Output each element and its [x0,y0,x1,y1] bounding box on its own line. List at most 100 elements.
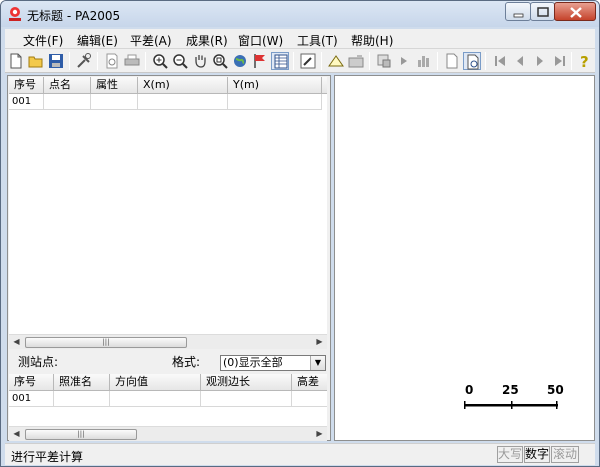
observation-table-hscrollbar[interactable]: ◀ ||| ▶ [9,426,327,441]
edit-icon [300,53,316,69]
column-header[interactable]: X(m) [138,77,228,94]
column-header[interactable]: Y(m) [228,77,322,94]
tools-icon [77,53,91,68]
table-view-icon [274,54,288,69]
status-bar: 进行平差计算 大写 数字 滚动 [5,443,595,465]
print-preview-button[interactable] [103,52,121,70]
column-header[interactable]: 序号 [9,374,54,391]
menu-adjust[interactable]: 平差(A) [130,32,172,49]
play-button[interactable] [395,52,413,70]
scroll-lock-indicator: 滚动 [551,446,579,463]
cell-attr[interactable] [91,94,138,110]
graphics-view[interactable]: 0 25 50 [334,75,595,441]
cell-y[interactable] [228,94,322,110]
zoom-out-button[interactable] [171,52,189,70]
open-folder-icon [28,56,43,68]
help-button[interactable]: ? [575,52,593,70]
scroll-right-arrow-icon[interactable]: ▶ [312,427,327,441]
next-button[interactable] [531,52,549,70]
app-logo-icon [9,7,21,21]
table-view-button[interactable] [271,52,289,70]
new-file-button[interactable] [7,52,25,70]
cell-distance[interactable] [201,391,292,407]
menu-help[interactable]: 帮助(H) [351,32,393,49]
cell-height-diff[interactable] [292,391,327,407]
column-header[interactable]: 照准名 [54,374,110,391]
column-header[interactable]: 序号 [9,77,44,94]
scroll-thumb[interactable]: ||| [25,337,187,348]
close-button[interactable] [554,2,596,21]
scroll-thumb[interactable]: ||| [25,429,137,440]
triangle-button[interactable] [327,52,345,70]
column-header[interactable]: 方向值 [110,374,201,391]
save-disk-icon [49,54,63,68]
menu-results[interactable]: 成果(R) [186,32,228,49]
scan-icon [377,54,391,68]
new-file-icon [10,53,22,69]
column-header[interactable]: 点名 [44,77,91,94]
observation-table[interactable]: 序号 照准名 方向值 观测边长 高差 001 [9,374,327,426]
cell-name[interactable] [44,94,91,110]
caps-lock-indicator: 大写 [497,446,523,463]
column-header[interactable]: 属性 [91,77,138,94]
camera-icon [348,55,364,68]
point-table[interactable]: 序号 点名 属性 X(m) Y(m) 001 [9,77,327,334]
title-bar[interactable]: 无标题 - PA2005 [1,1,599,27]
scroll-left-arrow-icon[interactable]: ◀ [9,335,24,349]
print-button[interactable] [123,52,141,70]
scroll-left-arrow-icon[interactable]: ◀ [9,427,24,441]
menu-window[interactable]: 窗口(W) [238,32,283,49]
svg-text:?: ? [580,53,589,70]
blank-page-icon [446,53,458,69]
zoom-in-button[interactable] [151,52,169,70]
prev-button[interactable] [511,52,529,70]
column-header[interactable]: 高差 [292,374,327,391]
minimize-button[interactable] [505,2,531,21]
first-icon [495,56,505,66]
chevron-down-icon[interactable]: ▼ [310,356,325,370]
first-button[interactable] [491,52,509,70]
triangle-icon [328,55,344,67]
tools-button[interactable] [75,52,93,70]
status-text: 进行平差计算 [11,450,84,464]
flag-icon [254,54,265,68]
save-button[interactable] [47,52,65,70]
format-select[interactable]: (0)显示全部 ▼ [220,355,326,371]
menu-tools[interactable]: 工具(T) [297,32,338,49]
flag-button[interactable] [251,52,269,70]
cell-direction[interactable] [110,391,201,407]
zoom-out-icon [173,54,188,69]
scale-bar: 0 25 50 [464,383,564,409]
chart-button[interactable] [415,52,433,70]
menu-file[interactable]: 文件(F) [23,32,63,49]
maximize-button[interactable] [530,2,555,21]
scroll-right-arrow-icon[interactable]: ▶ [312,335,327,349]
column-header[interactable]: 观测边长 [201,374,292,391]
camera-button[interactable] [347,52,365,70]
menu-edit[interactable]: 编辑(E) [77,32,118,49]
edit-button[interactable] [299,52,317,70]
point-table-hscrollbar[interactable]: ◀ ||| ▶ [9,334,327,349]
last-icon [555,56,565,66]
last-button[interactable] [551,52,569,70]
page-select-icon [467,54,479,70]
globe-button[interactable] [231,52,249,70]
cell-target[interactable] [54,391,110,407]
play-icon [401,57,407,65]
column-header-extra[interactable] [322,77,327,94]
chart-bars-icon [418,56,429,67]
cell-x[interactable] [138,94,228,110]
open-button[interactable] [27,52,45,70]
globe-icon [234,55,246,67]
pan-hand-icon [195,55,206,68]
blank-page-button[interactable] [443,52,461,70]
station-label: 测站点: [18,355,59,369]
cell-id[interactable]: 001 [9,391,54,407]
pan-button[interactable] [191,52,209,70]
scale-tick-label: 50 [547,383,564,397]
prev-icon [517,56,523,66]
zoom-window-button[interactable] [211,52,229,70]
scan-button[interactable] [375,52,393,70]
cell-id[interactable]: 001 [9,94,44,110]
page-select-button[interactable] [463,52,481,70]
